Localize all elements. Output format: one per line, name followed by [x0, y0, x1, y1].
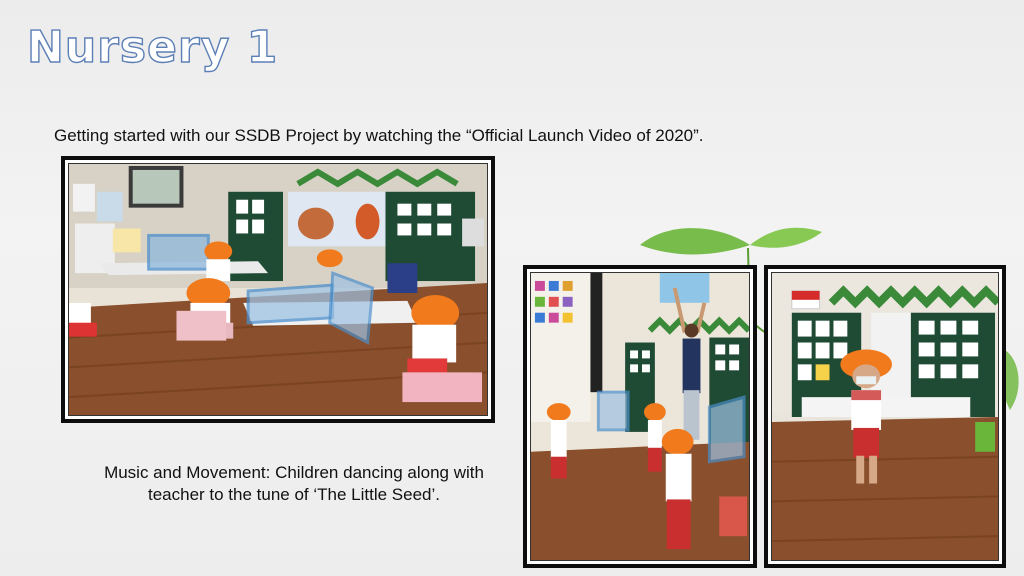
children-dancing-image: [531, 273, 749, 560]
caption-music-line-2: teacher to the tune of ‘The Little Seed’…: [147, 485, 441, 504]
page-title: Nursery 1: [26, 21, 279, 73]
photo-child-with-hat: [764, 265, 1006, 568]
photo-children-dancing: [523, 265, 757, 568]
caption-launch-video: Getting started with our SSDB Project by…: [54, 126, 704, 145]
slide: Nursery 1 Getting started with our SSDB …: [0, 0, 1024, 576]
child-with-hat-image: [772, 273, 998, 560]
photo-classroom-video: [61, 156, 495, 423]
caption-music-movement: Music and Movement: Children dancing alo…: [80, 462, 508, 506]
caption-music-line-1: Music and Movement: Children dancing alo…: [104, 463, 484, 482]
classroom-video-image: [69, 164, 487, 415]
